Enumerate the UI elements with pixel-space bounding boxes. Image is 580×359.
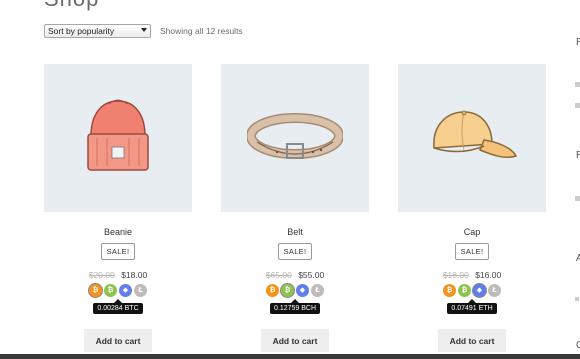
sidebar-item-icon[interactable] bbox=[575, 196, 580, 201]
beanie-icon bbox=[87, 99, 149, 171]
bitcoin-cash-icon[interactable]: ₿ bbox=[458, 284, 471, 297]
ethereum-icon[interactable]: ◆ bbox=[296, 284, 309, 297]
result-count: Showing all 12 results bbox=[160, 26, 243, 36]
bitcoin-icon[interactable]: ₿ bbox=[89, 284, 102, 297]
product-title[interactable]: Cap bbox=[398, 227, 546, 237]
product-image-beanie[interactable] bbox=[44, 64, 192, 212]
product-image-belt[interactable] bbox=[221, 64, 369, 212]
product-image-cap[interactable] bbox=[398, 64, 546, 212]
sidebar-item-icon[interactable] bbox=[575, 297, 579, 301]
bitcoin-icon[interactable]: ₿ bbox=[266, 284, 279, 297]
sidebar-item-icon[interactable] bbox=[575, 103, 580, 108]
crypto-price-tooltip: 0.07491 ETH bbox=[447, 299, 497, 314]
crypto-price-icons: ₿ ₿ ◆ Ł bbox=[221, 284, 369, 297]
add-to-cart-button[interactable]: Add to cart bbox=[438, 329, 506, 352]
product-price: $20.00 $18.00 bbox=[44, 270, 192, 280]
sale-badge: SALE! bbox=[277, 243, 313, 260]
sidebar-heading-fragment: R bbox=[576, 150, 580, 161]
regular-price: $18.00 bbox=[442, 270, 469, 280]
sort-select-value: Sort by popularity bbox=[48, 26, 115, 36]
sidebar-heading-fragment: A bbox=[576, 253, 580, 264]
sale-badge: SALE! bbox=[100, 243, 136, 260]
ethereum-icon[interactable]: ◆ bbox=[119, 284, 132, 297]
sort-by-select[interactable]: Sort by popularity bbox=[44, 24, 151, 38]
add-to-cart-button[interactable]: Add to cart bbox=[84, 329, 152, 352]
crypto-price-icons: ₿ ₿ ◆ Ł bbox=[398, 284, 546, 297]
bitcoin-icon[interactable]: ₿ bbox=[443, 284, 456, 297]
bitcoin-cash-icon[interactable]: ₿ bbox=[281, 284, 294, 297]
product-price: $18.00 $16.00 bbox=[398, 270, 546, 280]
regular-price: $65.00 bbox=[265, 270, 292, 280]
footer-bar bbox=[0, 354, 580, 359]
product-title[interactable]: Belt bbox=[221, 227, 369, 237]
crypto-price-tooltip: 0.00284 BTC bbox=[93, 299, 143, 314]
add-to-cart-button[interactable]: Add to cart bbox=[261, 329, 329, 352]
crypto-price-icons: ₿ ₿ ◆ Ł bbox=[44, 284, 192, 297]
sidebar-heading-fragment: C bbox=[576, 340, 580, 351]
product-title[interactable]: Beanie bbox=[44, 227, 192, 237]
cap-icon bbox=[433, 110, 518, 159]
regular-price: $20.00 bbox=[88, 270, 115, 280]
product-card-cap: Cap SALE! $18.00 $16.00 ₿ ₿ ◆ Ł 0.07491 … bbox=[398, 64, 546, 352]
sidebar-heading-fragment: R bbox=[576, 37, 580, 48]
belt-icon bbox=[247, 113, 343, 159]
litecoin-icon[interactable]: Ł bbox=[311, 284, 324, 297]
product-card-beanie: Beanie SALE! $20.00 $18.00 ₿ ₿ ◆ Ł 0.002… bbox=[44, 64, 192, 352]
sale-price: $55.00 bbox=[298, 270, 325, 280]
crypto-price-tooltip: 0.12759 BCH bbox=[269, 299, 321, 314]
sidebar-item-icon[interactable] bbox=[575, 82, 580, 87]
litecoin-icon[interactable]: Ł bbox=[134, 284, 147, 297]
sale-badge: SALE! bbox=[454, 243, 490, 260]
page-heading: Shop bbox=[44, 0, 99, 12]
ethereum-icon[interactable]: ◆ bbox=[473, 284, 486, 297]
product-card-belt: Belt SALE! $65.00 $55.00 ₿ ₿ ◆ Ł 0.12759… bbox=[221, 64, 369, 352]
sale-price: $16.00 bbox=[475, 270, 502, 280]
sale-price: $18.00 bbox=[121, 270, 148, 280]
litecoin-icon[interactable]: Ł bbox=[488, 284, 501, 297]
bitcoin-cash-icon[interactable]: ₿ bbox=[104, 284, 117, 297]
product-price: $65.00 $55.00 bbox=[221, 270, 369, 280]
dropdown-arrow-icon bbox=[141, 28, 147, 32]
